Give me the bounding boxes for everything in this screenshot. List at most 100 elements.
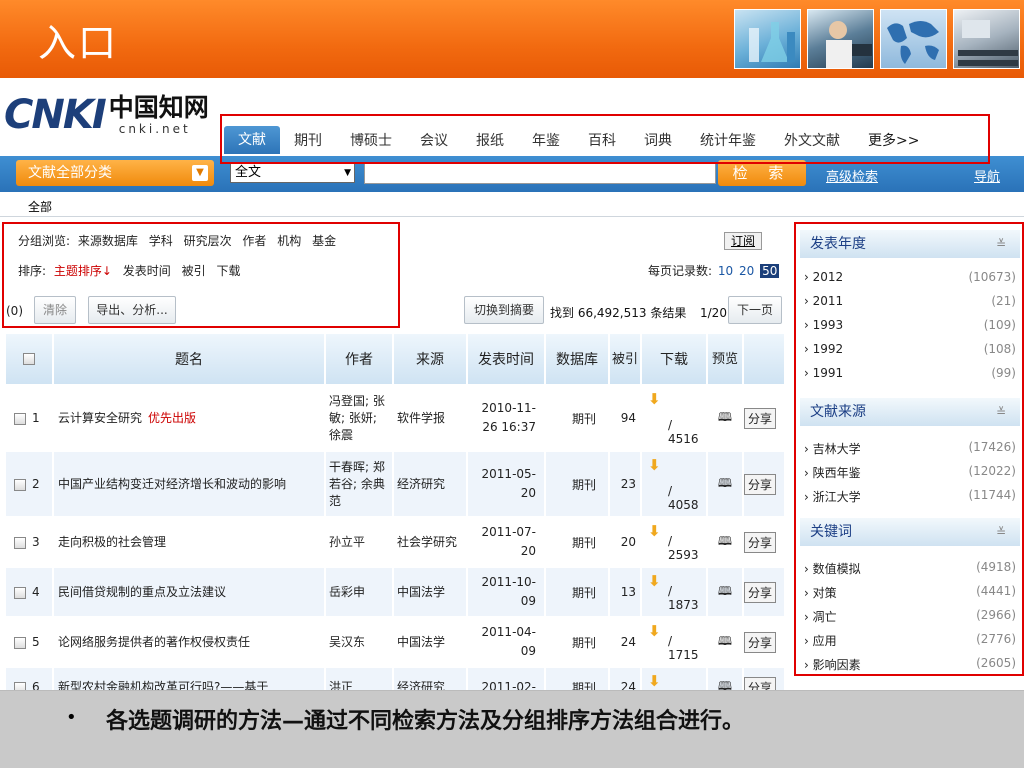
row-checkbox[interactable] bbox=[14, 586, 26, 599]
per-page-20[interactable]: 20 bbox=[739, 264, 754, 278]
share-cell[interactable]: 分享 bbox=[742, 516, 786, 568]
share-button[interactable]: 分享 bbox=[744, 676, 777, 690]
facet-keyword-header[interactable]: 关键词 ≚ bbox=[800, 518, 1020, 546]
facet-item[interactable]: › 2011 (21) bbox=[804, 294, 1016, 308]
title-cell[interactable]: 民间借贷规制的重点及立法建议 bbox=[52, 566, 326, 618]
facet-item[interactable]: › 浙江大学 (11744) bbox=[804, 488, 1016, 505]
row-select-cell[interactable]: 1 bbox=[4, 384, 54, 452]
preview-book-icon[interactable]: 🕮 bbox=[706, 384, 744, 452]
download-cell[interactable]: ⬇ / 2593 bbox=[640, 516, 708, 568]
source-cell[interactable]: 中国法学 bbox=[392, 616, 468, 668]
author-cell[interactable]: 干春晖; 郑若谷; 余典范 bbox=[324, 450, 394, 518]
share-cell[interactable]: 分享 bbox=[742, 616, 786, 668]
tab-yearbooks[interactable]: 年鉴 bbox=[518, 128, 574, 154]
cited-count[interactable]: 13 bbox=[608, 566, 642, 618]
article-title-link[interactable]: 新型农村金融机构改革可行吗?——基于 bbox=[58, 680, 268, 691]
source-cell[interactable]: 中国法学 bbox=[392, 566, 468, 618]
advanced-search-link[interactable]: 高级检索 bbox=[826, 166, 878, 185]
facet-item[interactable]: › 应用 (2776) bbox=[804, 632, 1016, 649]
author-cell[interactable]: 岳彩申 bbox=[324, 566, 394, 618]
facet-item[interactable]: › 1993 (109) bbox=[804, 318, 1016, 332]
row-select-cell[interactable]: 6 bbox=[4, 666, 54, 690]
source-cell[interactable]: 经济研究 bbox=[392, 666, 468, 690]
download-icon[interactable]: ⬇ bbox=[648, 672, 661, 690]
subscribe-button[interactable]: 订阅 bbox=[724, 232, 762, 250]
download-icon[interactable]: ⬇ bbox=[648, 622, 661, 640]
facet-item[interactable]: › 陕西年鉴 (12022) bbox=[804, 464, 1016, 481]
per-page-10[interactable]: 10 bbox=[718, 264, 733, 278]
preview-book-icon[interactable]: 🕮 bbox=[706, 616, 744, 668]
tab-foreign-literature[interactable]: 外文文献 bbox=[770, 128, 854, 154]
group-institution[interactable]: 机构 bbox=[277, 234, 301, 248]
search-button[interactable]: 检 索 bbox=[718, 160, 806, 186]
row-select-cell[interactable]: 3 bbox=[4, 516, 54, 568]
column-date[interactable]: 发表时间 bbox=[466, 332, 546, 386]
tab-statistical-yearbooks[interactable]: 统计年鉴 bbox=[686, 128, 770, 154]
facet-item[interactable]: › 对策 (4441) bbox=[804, 584, 1016, 601]
download-icon[interactable]: ⬇ bbox=[648, 390, 661, 408]
share-button[interactable]: 分享 bbox=[744, 473, 777, 495]
share-button[interactable]: 分享 bbox=[744, 531, 777, 553]
collapse-icon[interactable]: ≚ bbox=[996, 230, 1006, 258]
group-subject[interactable]: 学科 bbox=[149, 234, 173, 248]
download-icon[interactable]: ⬇ bbox=[648, 522, 661, 540]
clear-button[interactable]: 清除 bbox=[34, 296, 76, 324]
article-title-link[interactable]: 走向积极的社会管理 bbox=[58, 535, 166, 549]
share-button[interactable]: 分享 bbox=[744, 631, 777, 653]
group-research-level[interactable]: 研究层次 bbox=[184, 234, 232, 248]
select-all-header[interactable] bbox=[4, 332, 54, 386]
facet-year-header[interactable]: 发表年度 ≚ bbox=[800, 230, 1020, 258]
table-row[interactable]: 3 走向积极的社会管理 孙立平 社会学研究 2011-07-20 期刊 20 ⬇ / 2593 🕮… bbox=[4, 516, 786, 568]
facet-item[interactable]: › 1992 (108) bbox=[804, 342, 1016, 356]
share-cell[interactable]: 分享 bbox=[742, 384, 786, 452]
facet-item[interactable]: › 凋亡 (2966) bbox=[804, 608, 1016, 625]
download-cell[interactable]: ⬇ bbox=[640, 666, 708, 690]
preview-book-icon[interactable]: 🕮 bbox=[706, 516, 744, 568]
share-cell[interactable]: 分享 bbox=[742, 566, 786, 618]
row-checkbox[interactable] bbox=[14, 636, 26, 649]
row-checkbox[interactable] bbox=[14, 412, 26, 425]
collapse-icon[interactable]: ≚ bbox=[996, 518, 1006, 546]
facet-item[interactable]: › 2012 (10673) bbox=[804, 270, 1016, 284]
table-row[interactable]: 6 新型农村金融机构改革可行吗?——基于 洪正 经济研究 2011-02- 期刊 24 ⬇ 🕮 分… bbox=[4, 666, 786, 691]
tab-encyclopedia[interactable]: 百科 bbox=[574, 128, 630, 154]
download-icon[interactable]: ⬇ bbox=[648, 456, 661, 474]
title-cell[interactable]: 中国产业结构变迁对经济增长和波动的影响 bbox=[52, 450, 326, 518]
tab-dictionary[interactable]: 词典 bbox=[630, 128, 686, 154]
select-all-checkbox[interactable] bbox=[23, 353, 35, 365]
title-cell[interactable]: 走向积极的社会管理 bbox=[52, 516, 326, 568]
title-cell[interactable]: 论网络服务提供者的著作权侵权责任 bbox=[52, 616, 326, 668]
title-cell[interactable]: 新型农村金融机构改革可行吗?——基于 bbox=[52, 666, 326, 691]
article-title-link[interactable]: 云计算安全研究 bbox=[58, 411, 142, 425]
preview-book-icon[interactable]: 🕮 bbox=[706, 566, 744, 618]
source-cell[interactable]: 软件学报 bbox=[392, 384, 468, 452]
sort-by-downloads[interactable]: 下载 bbox=[216, 264, 240, 278]
group-fund[interactable]: 基金 bbox=[312, 234, 336, 248]
facet-item[interactable]: › 1991 (99) bbox=[804, 366, 1016, 380]
table-row[interactable]: 1 云计算安全研究 优先出版 冯登国; 张敏; 张妍; 徐震 软件学报 2010-11-2… bbox=[4, 384, 786, 452]
group-author[interactable]: 作者 bbox=[242, 234, 266, 248]
column-cited[interactable]: 被引 bbox=[608, 332, 642, 386]
article-title-link[interactable]: 中国产业结构变迁对经济增长和波动的影响 bbox=[58, 477, 286, 491]
tab-conferences[interactable]: 会议 bbox=[406, 128, 462, 154]
row-select-cell[interactable]: 2 bbox=[4, 450, 54, 518]
sort-by-topic[interactable]: 主题排序↓ bbox=[54, 264, 112, 278]
column-downloads[interactable]: 下载 bbox=[640, 332, 708, 386]
table-row[interactable]: 4 民间借贷规制的重点及立法建议 岳彩申 中国法学 2011-10-09 期刊 13 ⬇ / 1… bbox=[4, 566, 786, 618]
share-button[interactable]: 分享 bbox=[744, 407, 777, 429]
category-dropdown-button[interactable]: 文献全部分类 ▼ bbox=[16, 160, 214, 186]
source-cell[interactable]: 社会学研究 bbox=[392, 516, 468, 568]
source-cell[interactable]: 经济研究 bbox=[392, 450, 468, 518]
author-cell[interactable]: 洪正 bbox=[324, 666, 394, 690]
switch-to-summary-button[interactable]: 切换到摘要 bbox=[464, 296, 544, 324]
navigation-link[interactable]: 导航 bbox=[974, 166, 1000, 185]
next-page-button[interactable]: 下一页 bbox=[728, 296, 782, 324]
export-analyze-button[interactable]: 导出、分析... bbox=[88, 296, 176, 324]
cited-count[interactable]: 23 bbox=[608, 450, 642, 518]
row-select-cell[interactable]: 5 bbox=[4, 616, 54, 668]
row-checkbox[interactable] bbox=[14, 681, 26, 690]
row-checkbox[interactable] bbox=[14, 536, 26, 549]
article-title-link[interactable]: 民间借贷规制的重点及立法建议 bbox=[58, 585, 226, 599]
cnki-logo[interactable]: CNKI 中国知网 cnki.net bbox=[4, 92, 209, 142]
tab-theses[interactable]: 博硕士 bbox=[336, 128, 406, 154]
